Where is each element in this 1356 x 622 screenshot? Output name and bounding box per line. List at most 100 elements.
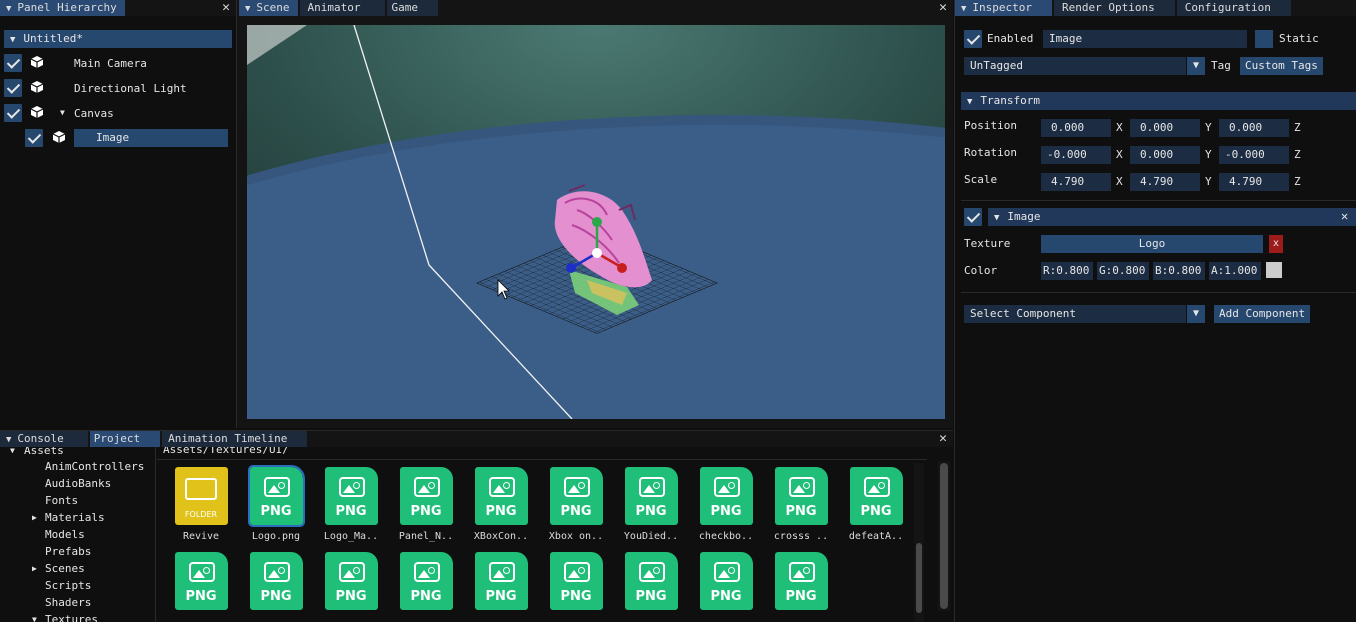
color-g-field[interactable]: G:0.800: [1097, 262, 1149, 280]
tab-animation-timeline[interactable]: Animation Timeline: [162, 431, 308, 447]
file-item[interactable]: PNG: [396, 552, 456, 610]
file-item[interactable]: PNG crosss ..: [771, 467, 831, 542]
file-item[interactable]: PNG YouDied..: [621, 467, 681, 542]
tree-item-models[interactable]: Models: [45, 528, 85, 542]
file-item[interactable]: PNG: [471, 552, 531, 610]
file-item[interactable]: PNG Xbox on..: [546, 467, 606, 542]
enabled-checkbox[interactable]: [964, 30, 982, 48]
rotation-z-field[interactable]: -0.000: [1219, 146, 1289, 164]
scene-viewport[interactable]: [247, 25, 945, 419]
tab-animator[interactable]: Animator: [299, 0, 385, 16]
file-item[interactable]: PNG: [171, 552, 231, 610]
tree-item-textures[interactable]: Textures: [45, 613, 98, 622]
texture-field[interactable]: Logo: [1041, 235, 1263, 253]
color-r-field[interactable]: R:0.800: [1041, 262, 1093, 280]
tab-scene[interactable]: ▼ Scene: [239, 0, 298, 16]
file-item[interactable]: PNG: [621, 552, 681, 610]
position-x-field[interactable]: 0.000: [1041, 119, 1111, 137]
image-component-header[interactable]: ▼ Image: [988, 208, 1356, 226]
scale-x-field[interactable]: 4.790: [1041, 173, 1111, 191]
position-y-field[interactable]: 0.000: [1130, 119, 1200, 137]
scene-render[interactable]: [247, 25, 945, 419]
hierarchy-item-directional-light[interactable]: Directional Light: [74, 79, 187, 99]
chevron-down-icon[interactable]: ▼: [1187, 57, 1205, 75]
file-item[interactable]: PNG: [246, 552, 306, 610]
hierarchy-item-main-camera[interactable]: Main Camera: [74, 54, 147, 74]
position-z-field[interactable]: 0.000: [1219, 119, 1289, 137]
scale-y-field[interactable]: 4.790: [1130, 173, 1200, 191]
rotation-x-field[interactable]: -0.000: [1041, 146, 1111, 164]
tab-configuration[interactable]: Configuration: [1176, 0, 1291, 16]
enabled-checkbox[interactable]: [4, 54, 22, 72]
tab-panel-hierarchy[interactable]: ▼ Panel Hierarchy: [0, 0, 125, 16]
static-checkbox[interactable]: [1255, 30, 1273, 48]
rotation-y-field[interactable]: 0.000: [1130, 146, 1200, 164]
enabled-checkbox[interactable]: [4, 104, 22, 122]
png-file-icon: PNG: [849, 467, 903, 525]
collapse-triangle-icon[interactable]: ▼: [961, 1, 966, 17]
tree-item-audiobanks[interactable]: AudioBanks: [45, 477, 111, 491]
enabled-checkbox[interactable]: [25, 129, 43, 147]
component-enabled-checkbox[interactable]: [964, 208, 982, 226]
file-item[interactable]: PNG Logo_Ma..: [321, 467, 381, 542]
close-icon[interactable]: ✕: [939, 0, 947, 16]
file-item[interactable]: PNG: [696, 552, 756, 610]
file-item[interactable]: FOLDER Revive: [171, 467, 231, 542]
tree-item-scenes[interactable]: Scenes: [45, 562, 85, 576]
folder-label: FOLDER: [184, 510, 218, 519]
tree-item-prefabs[interactable]: Prefabs: [45, 545, 91, 559]
expand-arrow-icon[interactable]: ▶: [32, 562, 37, 576]
tab-inspector[interactable]: ▼ Inspector: [955, 0, 1053, 17]
custom-tags-button[interactable]: Custom Tags: [1240, 57, 1323, 75]
transform-header[interactable]: ▼ Transform: [961, 92, 1356, 110]
outer-scrollbar-thumb[interactable]: [940, 463, 948, 609]
collapse-triangle-icon[interactable]: ▼: [967, 97, 972, 107]
expand-arrow-icon[interactable]: ▼: [10, 447, 15, 458]
color-swatch[interactable]: [1266, 262, 1282, 278]
file-item-selected[interactable]: PNG Logo.png: [246, 465, 306, 542]
file-item[interactable]: PNG: [771, 552, 831, 610]
file-item[interactable]: PNG: [546, 552, 606, 610]
tab-game[interactable]: Game: [386, 0, 439, 16]
remove-texture-button[interactable]: x: [1269, 235, 1283, 253]
scene-root[interactable]: ▼ Untitled*: [4, 30, 232, 48]
file-item[interactable]: PNG Panel_N..: [396, 467, 456, 542]
tree-item-materials[interactable]: Materials: [45, 511, 105, 525]
inner-scrollbar-thumb[interactable]: [916, 543, 922, 613]
chevron-down-icon[interactable]: ▼: [1187, 305, 1205, 323]
tag-dropdown[interactable]: UnTagged: [964, 57, 1186, 75]
file-item[interactable]: PNG XBoxCon..: [471, 467, 531, 542]
tree-item-shaders[interactable]: Shaders: [45, 596, 91, 610]
outer-scrollbar[interactable]: [938, 461, 950, 611]
object-name-field[interactable]: Image: [1043, 30, 1247, 48]
tree-item-animcontrollers[interactable]: AnimControllers: [45, 460, 144, 474]
select-component-dropdown[interactable]: Select Component: [964, 305, 1186, 323]
add-component-button[interactable]: Add Component: [1214, 305, 1311, 323]
file-item[interactable]: PNG checkbo..: [696, 467, 756, 542]
collapse-triangle-icon[interactable]: ▼: [6, 1, 11, 17]
collapse-triangle-icon[interactable]: ▼: [6, 432, 11, 448]
hierarchy-item-canvas[interactable]: Canvas: [74, 104, 114, 124]
color-b-field[interactable]: B:0.800: [1153, 262, 1205, 280]
color-a-field[interactable]: A:1.000: [1209, 262, 1261, 280]
expand-arrow-icon[interactable]: ▼: [32, 613, 37, 622]
tree-item-scripts[interactable]: Scripts: [45, 579, 91, 593]
tab-project[interactable]: Project: [89, 431, 161, 447]
close-icon[interactable]: ✕: [222, 0, 230, 16]
tree-item-assets[interactable]: Assets: [24, 447, 64, 458]
expand-arrow-icon[interactable]: ▼: [10, 35, 15, 45]
expand-arrow-icon[interactable]: ▶: [32, 511, 37, 525]
collapse-triangle-icon[interactable]: ▼: [994, 213, 999, 223]
tree-item-fonts[interactable]: Fonts: [45, 494, 78, 508]
tab-render-options[interactable]: Render Options: [1054, 0, 1175, 16]
close-icon[interactable]: ✕: [939, 431, 947, 447]
expand-arrow-icon[interactable]: ▼: [60, 108, 65, 117]
scale-z-field[interactable]: 4.790: [1219, 173, 1289, 191]
tab-console[interactable]: ▼ Console: [0, 431, 88, 447]
collapse-triangle-icon[interactable]: ▼: [245, 1, 250, 17]
file-item[interactable]: PNG: [321, 552, 381, 610]
enabled-checkbox[interactable]: [4, 79, 22, 97]
remove-component-icon[interactable]: ✕: [1341, 209, 1348, 223]
file-item[interactable]: PNG defeatA..: [846, 467, 906, 542]
inner-scrollbar[interactable]: [914, 463, 924, 622]
